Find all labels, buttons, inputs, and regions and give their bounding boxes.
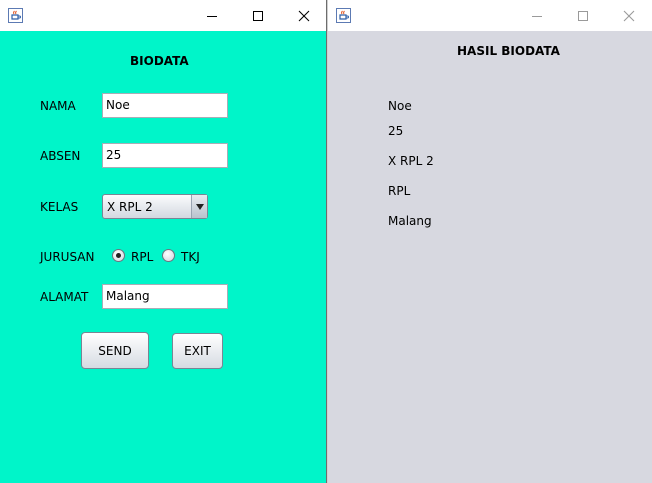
radio-tkj-label[interactable]: TKJ <box>181 250 200 264</box>
result-absen: 25 <box>388 124 404 138</box>
minimize-icon <box>207 15 217 17</box>
maximize-icon <box>578 10 588 21</box>
result-panel: HASIL BIODATA Noe 25 X RPL 2 RPL Malang <box>328 31 652 483</box>
minimize-button[interactable] <box>514 0 560 31</box>
hasil-biodata-window: HASIL BIODATA Noe 25 X RPL 2 RPL Malang <box>327 0 652 483</box>
java-icon <box>336 8 351 23</box>
form-heading: BIODATA <box>130 54 189 68</box>
radio-rpl[interactable] <box>112 249 125 262</box>
exit-button[interactable]: EXIT <box>172 333 223 369</box>
jurusan-label: JURUSAN <box>40 250 95 264</box>
kelas-dropdown[interactable]: X RPL 2 <box>102 194 208 219</box>
send-button[interactable]: SEND <box>81 332 149 369</box>
radio-selected-dot <box>116 253 121 258</box>
biodata-form-window: BIODATA NAMA Noe ABSEN 25 KELAS X RPL 2 … <box>0 0 327 483</box>
absen-label: ABSEN <box>40 149 81 163</box>
alamat-input[interactable]: Malang <box>102 284 228 309</box>
maximize-button[interactable] <box>560 0 606 31</box>
maximize-button[interactable] <box>235 0 281 31</box>
alamat-label: ALAMAT <box>40 290 89 304</box>
form-panel: BIODATA NAMA Noe ABSEN 25 KELAS X RPL 2 … <box>0 31 326 483</box>
nama-label: NAMA <box>40 99 76 113</box>
kelas-label: KELAS <box>40 200 79 214</box>
maximize-icon <box>253 10 263 21</box>
form-title-bar[interactable] <box>0 0 326 31</box>
result-heading: HASIL BIODATA <box>457 44 560 58</box>
close-icon <box>298 10 310 21</box>
java-icon <box>8 8 23 23</box>
close-button[interactable] <box>281 0 326 31</box>
dropdown-arrow-button[interactable] <box>191 195 207 218</box>
radio-rpl-label[interactable]: RPL <box>131 250 153 264</box>
nama-input[interactable]: Noe <box>102 93 228 118</box>
result-title-bar[interactable] <box>328 0 652 31</box>
minimize-button[interactable] <box>189 0 235 31</box>
result-nama: Noe <box>388 99 412 113</box>
close-button[interactable] <box>606 0 652 31</box>
result-kelas: X RPL 2 <box>388 154 434 168</box>
absen-input[interactable]: 25 <box>102 143 228 168</box>
close-icon <box>623 10 635 21</box>
minimize-icon <box>532 15 542 17</box>
result-alamat: Malang <box>388 214 432 228</box>
result-jurusan: RPL <box>388 184 411 198</box>
kelas-selected-value: X RPL 2 <box>107 200 153 214</box>
radio-tkj[interactable] <box>162 249 175 262</box>
chevron-down-icon <box>195 203 204 210</box>
